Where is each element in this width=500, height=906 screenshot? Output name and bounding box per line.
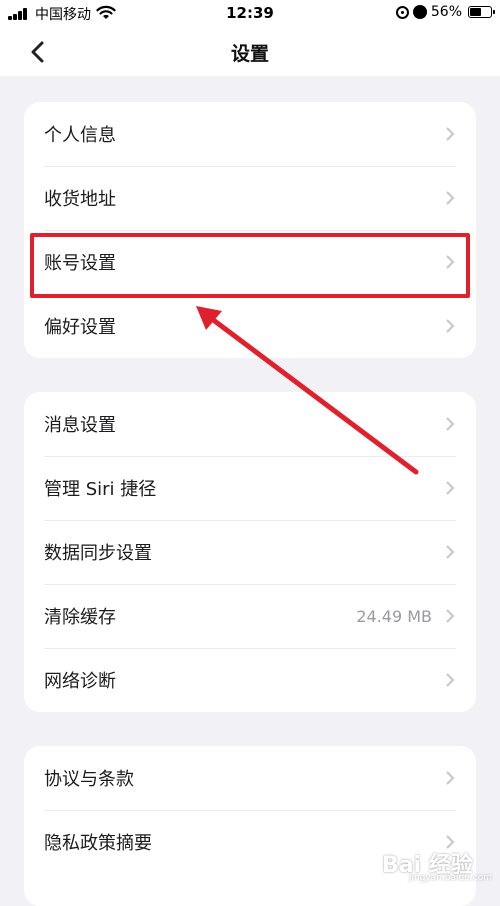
- battery-percent: 56%: [431, 4, 462, 20]
- nav-bar: 设置: [0, 28, 500, 76]
- row-label: 个人信息: [44, 121, 444, 147]
- row-label: 消息设置: [44, 411, 444, 437]
- row-message-settings[interactable]: 消息设置: [24, 392, 476, 456]
- row-shipping-address[interactable]: 收货地址: [24, 166, 476, 230]
- settings-group-1: 个人信息 收货地址 账号设置 偏好设置: [24, 102, 476, 358]
- row-data-sync[interactable]: 数据同步设置: [24, 520, 476, 584]
- cache-size: 24.49 MB: [356, 607, 432, 626]
- row-label: 协议与条款: [44, 765, 444, 791]
- chevron-right-icon: [444, 545, 456, 559]
- row-network-diagnosis[interactable]: 网络诊断: [24, 648, 476, 712]
- chevron-right-icon: [444, 127, 456, 141]
- row-label: 网络诊断: [44, 667, 444, 693]
- row-clear-cache[interactable]: 清除缓存 24.49 MB: [24, 584, 476, 648]
- battery-icon: [468, 6, 492, 18]
- row-terms[interactable]: 协议与条款: [24, 746, 476, 810]
- chevron-right-icon: [444, 481, 456, 495]
- chevron-right-icon: [444, 771, 456, 785]
- row-siri-shortcuts[interactable]: 管理 Siri 捷径: [24, 456, 476, 520]
- row-label: 数据同步设置: [44, 539, 444, 565]
- row-label: 收货地址: [44, 185, 444, 211]
- row-personal-info[interactable]: 个人信息: [24, 102, 476, 166]
- chevron-right-icon: [444, 417, 456, 431]
- row-label: 偏好设置: [44, 313, 444, 339]
- row-label: 清除缓存: [44, 603, 356, 629]
- chevron-right-icon: [444, 609, 456, 623]
- rotation-lock-icon: [396, 6, 409, 19]
- page-title: 设置: [0, 39, 500, 66]
- status-bar: 中国移动 12:39 56%: [0, 0, 500, 28]
- row-preferences[interactable]: 偏好设置: [24, 294, 476, 358]
- watermark-url: jingyan.baidu.com: [409, 873, 492, 883]
- chevron-right-icon: [444, 319, 456, 333]
- settings-group-2: 消息设置 管理 Siri 捷径 数据同步设置 清除缓存 24.49 MB 网络诊…: [24, 392, 476, 712]
- row-label: 管理 Siri 捷径: [44, 475, 444, 501]
- chevron-right-icon: [444, 191, 456, 205]
- watermark: Bai 经验 jingyan.baidu.com: [382, 847, 492, 883]
- alarm-icon: [413, 5, 427, 19]
- chevron-right-icon: [444, 673, 456, 687]
- highlight-box: [30, 233, 470, 298]
